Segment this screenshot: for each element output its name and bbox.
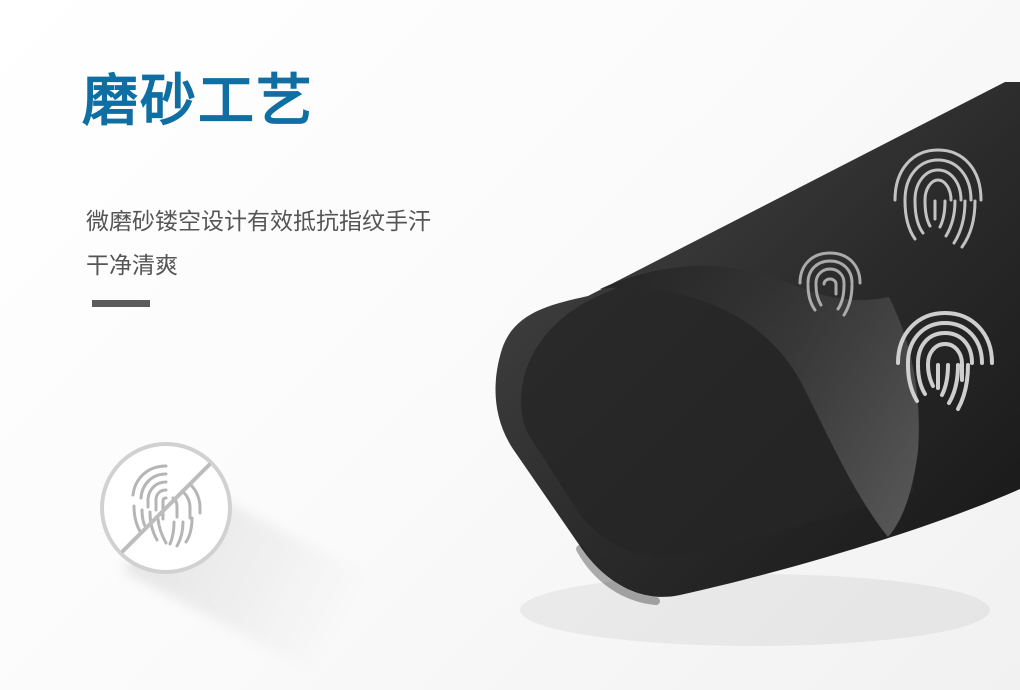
no-fingerprint-icon [100, 442, 232, 574]
phone-case-visual [495, 82, 1020, 646]
product-feature-page: 磨砂工艺 微磨砂镂空设计有效抵抗指纹手汗 干净清爽 [0, 0, 1020, 690]
divider-line [92, 300, 150, 307]
page-title: 磨砂工艺 [82, 69, 314, 134]
